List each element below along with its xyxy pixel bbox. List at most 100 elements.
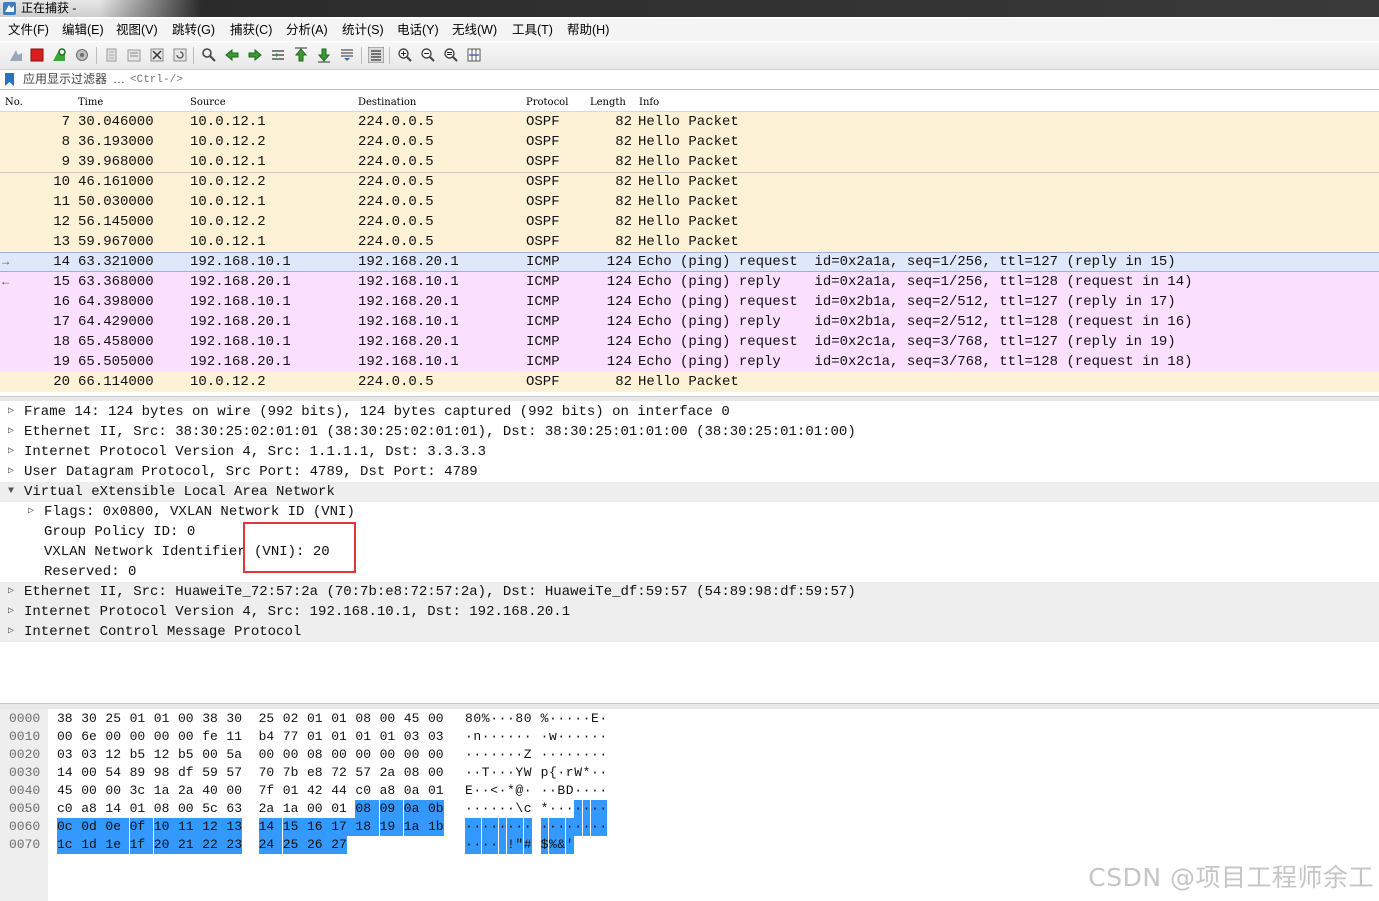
collapsed-twisty-icon[interactable]: ▷	[8, 462, 14, 482]
hex-byte[interactable]: 11	[178, 818, 202, 836]
detail-row[interactable]: ▷ Ethernet II, Src: HuaweiTe_72:57:2a (70…	[0, 582, 1379, 602]
ascii-char[interactable]: ·	[574, 710, 582, 728]
hex-byte[interactable]: 17	[331, 818, 355, 836]
save-file-icon[interactable]	[126, 47, 142, 63]
ascii-char[interactable]: ·	[591, 764, 599, 782]
hex-byte[interactable]: 01	[307, 728, 323, 746]
packet-row[interactable]: 9 39.968000 10.0.12.1 224.0.0.5 OSPF 82 Hello …	[0, 152, 1379, 172]
ascii-char[interactable]: %	[549, 836, 557, 854]
hex-byte[interactable]: 00	[178, 710, 194, 728]
hex-byte[interactable]: 00	[331, 746, 347, 764]
ascii-char[interactable]: ·	[582, 818, 591, 836]
hex-byte[interactable]: 2a	[259, 800, 275, 818]
ascii-char[interactable]: ·	[583, 782, 591, 800]
hex-byte[interactable]: 25	[105, 710, 121, 728]
ascii-char[interactable]: ·	[565, 818, 574, 836]
ascii-char[interactable]: ·	[599, 710, 607, 728]
hex-byte[interactable]: 12	[202, 818, 226, 836]
zoom-in-icon[interactable]	[397, 47, 413, 63]
restart-capture-icon[interactable]	[51, 47, 67, 63]
hex-byte[interactable]: 98	[154, 764, 170, 782]
hex-byte[interactable]: 0d	[81, 818, 105, 836]
hex-byte[interactable]: 14	[258, 818, 283, 836]
menu-file[interactable]: 文件(F)	[6, 19, 51, 41]
hex-byte[interactable]: 42	[307, 782, 323, 800]
collapsed-twisty-icon[interactable]: ▷	[28, 502, 34, 522]
ascii-char[interactable]: ·	[566, 746, 574, 764]
hex-byte[interactable]: 0f	[129, 818, 154, 836]
ascii-char[interactable]: ·	[549, 746, 557, 764]
hex-byte[interactable]: 15	[282, 818, 307, 836]
detail-row[interactable]: ▷ Flags: 0x0800, VXLAN Network ID (VNI)	[0, 502, 1379, 522]
ascii-char[interactable]: E	[591, 710, 599, 728]
hex-byte[interactable]: 03	[57, 746, 73, 764]
hex-byte[interactable]: a8	[81, 800, 97, 818]
ascii-char[interactable]: W	[524, 764, 532, 782]
hex-byte[interactable]: 01	[380, 728, 396, 746]
detail-row[interactable]: ▷ Internet Protocol Version 4, Src: 1.1.1…	[0, 442, 1379, 462]
hex-byte[interactable]: 00	[81, 764, 97, 782]
hex-byte[interactable]: 08	[154, 800, 170, 818]
resize-columns-icon[interactable]	[466, 47, 482, 63]
column-header-length[interactable]: Length	[590, 93, 626, 112]
hex-byte[interactable]: 09	[379, 800, 404, 818]
hex-byte[interactable]: 00	[307, 800, 323, 818]
ascii-char[interactable]: ·	[490, 764, 498, 782]
hex-byte[interactable]: 01	[428, 782, 444, 800]
ascii-char[interactable]: <	[490, 782, 498, 800]
hex-byte[interactable]: 08	[355, 710, 371, 728]
menu-help[interactable]: 帮助(H)	[565, 19, 611, 41]
column-header-time[interactable]: Time	[78, 93, 103, 112]
ascii-char[interactable]: ·	[481, 818, 490, 836]
hex-byte[interactable]: 0e	[105, 818, 130, 836]
hex-byte[interactable]: 1a	[283, 800, 299, 818]
ascii-char[interactable]: T	[482, 764, 490, 782]
hex-byte[interactable]: 24	[258, 836, 283, 854]
ascii-char[interactable]: ·	[599, 764, 607, 782]
ascii-char[interactable]: ·	[557, 800, 565, 818]
ascii-char[interactable]: ·	[473, 818, 482, 836]
hex-byte[interactable]: 16	[307, 818, 331, 836]
hex-byte[interactable]: 72	[331, 764, 347, 782]
hex-byte[interactable]: 00	[259, 746, 275, 764]
packet-row[interactable]: 17 64.429000 192.168.20.1 192.168.10.1 ICMP 1…	[0, 312, 1379, 332]
ascii-char[interactable]: ·	[499, 782, 507, 800]
hex-byte[interactable]: 30	[81, 710, 97, 728]
hex-byte[interactable]: 00	[154, 728, 170, 746]
ascii-char[interactable]: ·	[507, 710, 515, 728]
hex-byte[interactable]: a8	[380, 782, 396, 800]
hex-byte[interactable]: 77	[283, 728, 299, 746]
hex-byte[interactable]: 1f	[129, 836, 154, 854]
column-header-no[interactable]: No.	[5, 93, 23, 112]
hex-byte[interactable]: 7b	[283, 764, 299, 782]
hex-byte[interactable]: 02	[283, 710, 299, 728]
hex-byte[interactable]: b4	[259, 728, 275, 746]
detail-row[interactable]: Reserved: 0	[0, 562, 1379, 582]
ascii-char[interactable]: ·	[524, 728, 532, 746]
ascii-char[interactable]: Z	[524, 746, 532, 764]
hex-byte[interactable]: 08	[307, 746, 323, 764]
ascii-char[interactable]: ·	[574, 800, 582, 818]
ascii-char[interactable]: 0	[524, 710, 532, 728]
hex-byte[interactable]: 00	[105, 782, 121, 800]
detail-row[interactable]: ▷ Frame 14: 124 bytes on wire (992 bits),…	[0, 402, 1379, 422]
ascii-char[interactable]: p	[541, 764, 549, 782]
ascii-char[interactable]: ·	[583, 746, 591, 764]
ascii-char[interactable]: ·	[465, 764, 473, 782]
hex-byte[interactable]: 1a	[403, 818, 428, 836]
hex-byte[interactable]: 03	[404, 728, 420, 746]
hex-byte[interactable]: 57	[226, 764, 242, 782]
packet-row[interactable]: 10 46.161000 10.0.12.2 224.0.0.5 OSPF 82 Hello…	[0, 172, 1379, 192]
ascii-char[interactable]: ·	[499, 728, 507, 746]
hex-byte[interactable]: 12	[105, 746, 121, 764]
hex-byte[interactable]: 1c	[57, 836, 81, 854]
ascii-char[interactable]: ·	[574, 746, 582, 764]
hex-byte[interactable]: 00	[202, 746, 218, 764]
display-filter-input[interactable]	[128, 71, 1372, 88]
hex-byte[interactable]: 00	[355, 746, 371, 764]
hex-byte[interactable]: 13	[226, 818, 242, 836]
ascii-char[interactable]: ·	[507, 818, 515, 836]
ascii-char[interactable]: ·	[557, 746, 565, 764]
ascii-char[interactable]: ·	[498, 818, 507, 836]
ascii-char[interactable]: ·	[549, 710, 557, 728]
